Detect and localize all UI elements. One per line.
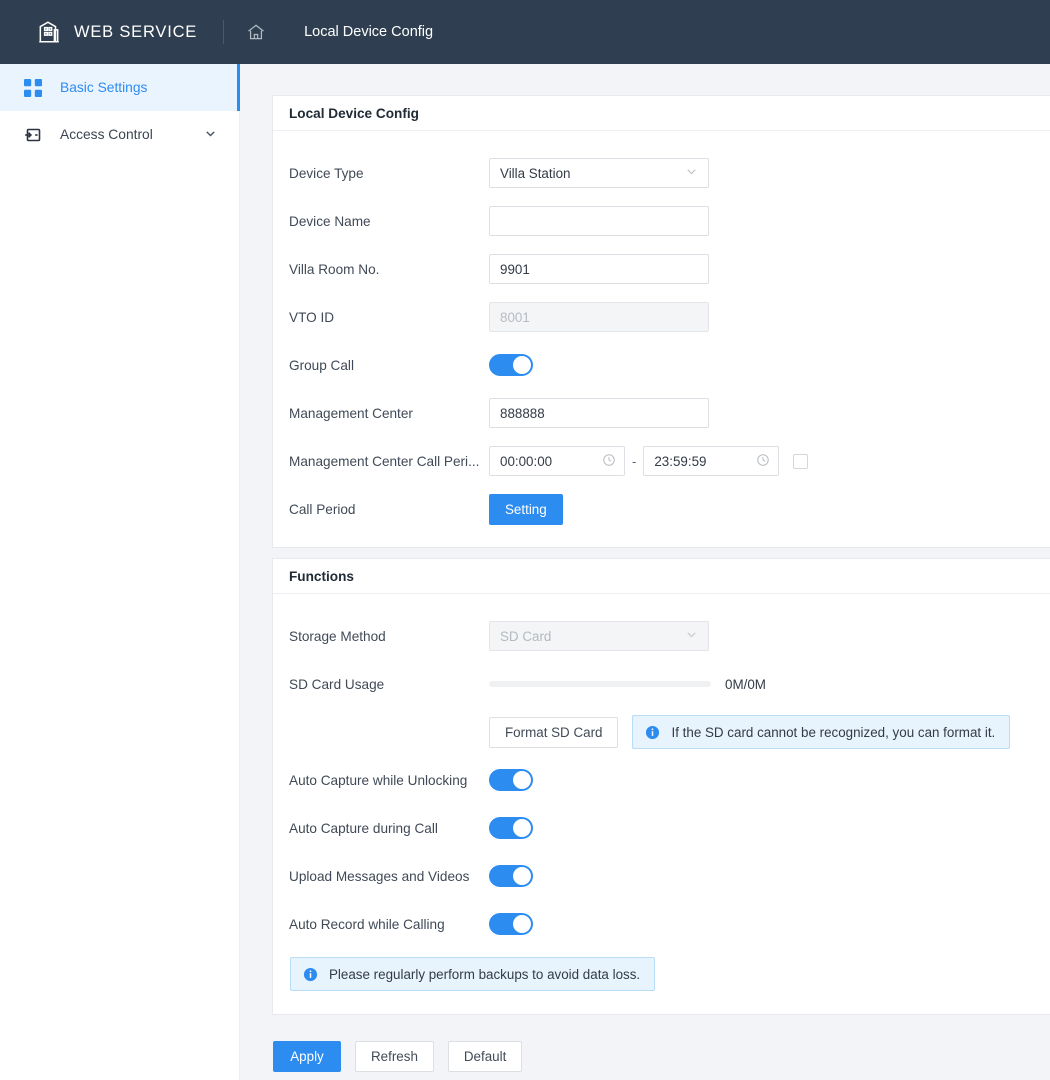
- format-sd-card-button[interactable]: Format SD Card: [489, 716, 619, 748]
- time-range-separator: -: [632, 453, 637, 469]
- end-time-value: 23:59:59: [654, 453, 707, 469]
- label-call-period: Call Period: [289, 501, 356, 517]
- home-icon[interactable]: [246, 22, 266, 42]
- row-vto-id: VTO ID: [273, 293, 1050, 341]
- sd-card-usage-progress: 0M/0M: [489, 677, 766, 692]
- chevron-down-icon: [685, 628, 698, 644]
- grid-icon: [24, 78, 42, 97]
- label-management-center: Management Center: [289, 405, 413, 421]
- mgmt-call-period-checkbox[interactable]: [793, 453, 809, 469]
- sd-card-usage-value: 0M/0M: [725, 676, 766, 692]
- label-auto-capture-unlocking: Auto Capture while Unlocking: [289, 772, 468, 788]
- row-management-center: Management Center: [273, 389, 1050, 437]
- management-center-input[interactable]: [489, 398, 709, 428]
- row-device-name: Device Name: [273, 197, 1050, 245]
- panel-title-functions: Functions: [273, 559, 1050, 594]
- functions-panel: Functions Storage Method SD Card SD Card…: [272, 558, 1050, 1015]
- device-name-input[interactable]: [489, 206, 709, 236]
- breadcrumb: Local Device Config: [304, 24, 434, 40]
- start-time-value: 00:00:00: [500, 453, 553, 469]
- format-sd-hint-text: If the SD card cannot be recognized, you…: [671, 724, 996, 740]
- sidebar-item-basic-settings[interactable]: Basic Settings: [0, 64, 240, 111]
- sidebar: Basic Settings Access Control: [0, 64, 240, 1080]
- row-auto-capture-call: Auto Capture during Call: [273, 804, 1050, 852]
- local-device-config-panel: Local Device Config Device Type Villa St…: [272, 95, 1050, 548]
- row-format-sd-card: Format SD Card If the SD card cannot be …: [273, 708, 1050, 756]
- info-icon: [303, 967, 318, 982]
- device-type-select[interactable]: Villa Station: [489, 158, 709, 188]
- clock-icon: [602, 453, 616, 470]
- auto-capture-call-toggle[interactable]: [489, 817, 533, 839]
- chevron-down-icon: [685, 165, 698, 181]
- storage-method-select: SD Card: [489, 621, 709, 651]
- footer-actions: Apply Refresh Default: [272, 1025, 1050, 1072]
- label-group-call: Group Call: [289, 357, 354, 373]
- label-device-type: Device Type: [289, 165, 364, 181]
- label-device-name: Device Name: [289, 213, 371, 229]
- upload-messages-toggle[interactable]: [489, 865, 533, 887]
- row-group-call: Group Call: [273, 341, 1050, 389]
- chevron-down-icon[interactable]: [204, 127, 217, 143]
- row-sd-card-usage: SD Card Usage 0M/0M: [273, 660, 1050, 708]
- label-auto-capture-call: Auto Capture during Call: [289, 820, 438, 836]
- top-header-bar: WEB SERVICE Local Device Config: [0, 0, 1050, 64]
- backup-hint-banner: Please regularly perform backups to avoi…: [290, 957, 656, 991]
- apply-button[interactable]: Apply: [273, 1041, 341, 1072]
- auto-record-toggle[interactable]: [489, 913, 533, 935]
- main-content: Local Device Config Device Type Villa St…: [240, 64, 1050, 1080]
- label-vto-id: VTO ID: [289, 309, 335, 325]
- row-auto-record: Auto Record while Calling: [273, 900, 1050, 948]
- label-auto-record: Auto Record while Calling: [289, 916, 445, 932]
- mgmt-call-period-end[interactable]: 23:59:59: [643, 446, 780, 476]
- row-mgmt-call-period: Management Center Call Peri... 00:00:00 …: [273, 437, 1050, 485]
- row-villa-room-no: Villa Room No.: [273, 245, 1050, 293]
- sidebar-item-label: Basic Settings: [60, 80, 148, 95]
- brand-title: WEB SERVICE: [74, 22, 198, 41]
- label-storage-method: Storage Method: [289, 628, 386, 644]
- villa-room-no-input[interactable]: [489, 254, 709, 284]
- row-storage-method: Storage Method SD Card: [273, 612, 1050, 660]
- group-call-toggle[interactable]: [489, 354, 533, 376]
- auto-capture-unlocking-toggle[interactable]: [489, 769, 533, 791]
- progress-track: [489, 681, 711, 687]
- vto-id-input: [489, 302, 709, 332]
- access-card-icon: [24, 126, 42, 144]
- row-backup-hint: Please regularly perform backups to avoi…: [273, 948, 1050, 1000]
- label-sd-card-usage: SD Card Usage: [289, 676, 385, 692]
- row-call-period: Call Period Setting: [273, 485, 1050, 533]
- device-type-value: Villa Station: [500, 165, 571, 181]
- sidebar-item-label: Access Control: [60, 127, 153, 142]
- call-period-setting-button[interactable]: Setting: [489, 493, 563, 525]
- row-device-type: Device Type Villa Station: [273, 149, 1050, 197]
- sidebar-item-access-control[interactable]: Access Control: [0, 111, 239, 158]
- clock-icon: [756, 453, 770, 470]
- panel-body-functions: Storage Method SD Card SD Card Usage 0M/…: [273, 594, 1050, 1014]
- label-upload-messages: Upload Messages and Videos: [289, 868, 470, 884]
- storage-method-value: SD Card: [500, 628, 552, 644]
- panel-body-device: Device Type Villa Station Device Name Vi…: [273, 131, 1050, 547]
- mgmt-call-period-start[interactable]: 00:00:00: [489, 446, 625, 476]
- panel-title-device: Local Device Config: [273, 96, 1050, 131]
- format-sd-hint-banner: If the SD card cannot be recognized, you…: [632, 715, 1011, 749]
- label-mgmt-call-period: Management Center Call Peri...: [289, 453, 480, 469]
- info-icon: [645, 725, 660, 740]
- logo-area: WEB SERVICE: [36, 19, 197, 45]
- header-divider: [223, 20, 225, 44]
- default-button[interactable]: Default: [447, 1041, 523, 1072]
- row-auto-capture-unlocking: Auto Capture while Unlocking: [273, 756, 1050, 804]
- label-villa-room-no: Villa Room No.: [289, 261, 380, 277]
- refresh-button[interactable]: Refresh: [355, 1041, 434, 1072]
- row-upload-messages: Upload Messages and Videos: [273, 852, 1050, 900]
- building-icon: [36, 19, 62, 45]
- backup-hint-text: Please regularly perform backups to avoi…: [329, 966, 641, 982]
